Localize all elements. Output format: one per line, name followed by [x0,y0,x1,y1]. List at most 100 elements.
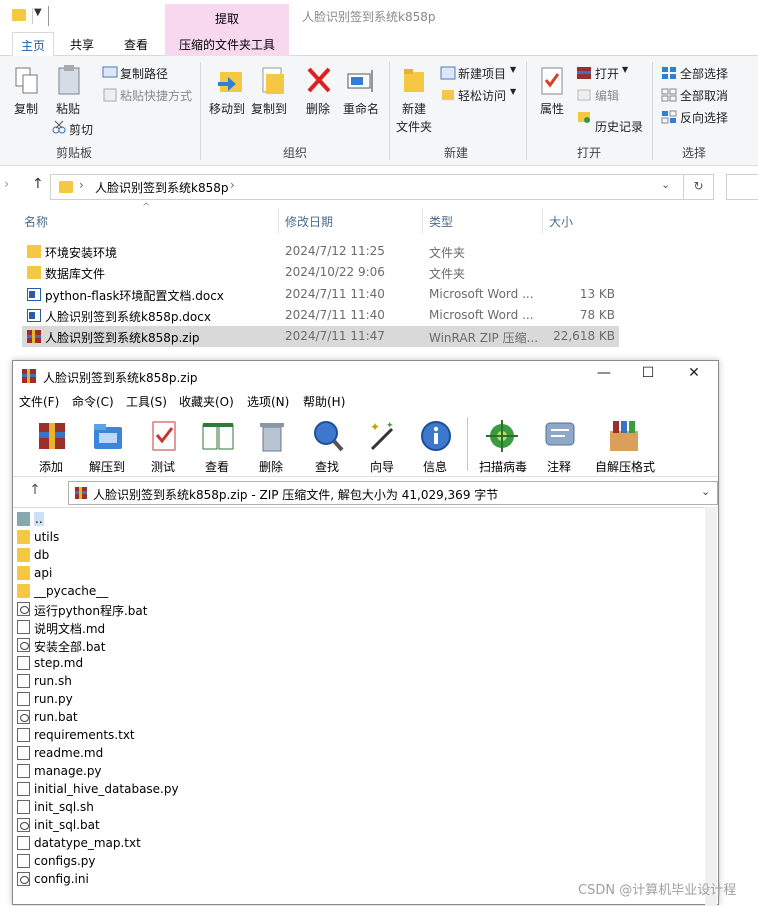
context-tab-extract[interactable]: 提取 [165,4,289,32]
list-item[interactable]: api [15,564,695,582]
select-all-button[interactable]: 全部选择 [680,65,728,82]
copy-to-button[interactable]: 复制到 [251,100,287,117]
new-folder-icon[interactable] [402,66,426,94]
tab-compressed-tools[interactable]: 压缩的文件夹工具 [165,32,289,56]
breadcrumb-chevron-icon[interactable]: › [230,178,235,192]
tool-delete-button[interactable]: 删除 [245,415,297,475]
tab-home[interactable]: 主页 [12,32,54,56]
watermark: CSDN @计算机毕业设计程 [578,883,737,898]
search-input[interactable] [726,174,758,200]
chevron-down-icon[interactable]: ⌄ [661,178,670,191]
rename-button[interactable]: 重命名 [343,100,379,117]
invert-selection-button[interactable]: 反向选择 [680,109,728,126]
easy-access-button[interactable]: 轻松访问 [458,87,506,104]
chevron-down-icon[interactable]: ▼ [622,65,628,74]
list-item[interactable]: run.sh [15,672,695,690]
menu-tools[interactable]: 工具(S) [126,393,167,410]
menu-favorites[interactable]: 收藏夹(O) [179,393,234,410]
move-to-icon[interactable] [216,66,244,96]
copy-to-icon[interactable] [258,66,286,96]
breadcrumb[interactable]: 人脸识别签到系统k858p [95,179,228,196]
history-button[interactable]: 历史记录 [595,118,643,135]
list-item[interactable]: db [15,546,695,564]
edit-button[interactable]: 编辑 [595,87,619,104]
tab-view[interactable]: 查看 [118,32,154,56]
copy-button[interactable]: 复制 [14,100,38,117]
paste-button[interactable]: 粘贴 [56,100,80,117]
list-item[interactable]: manage.py [15,762,695,780]
column-header-name[interactable]: 名称 [24,213,48,230]
delete-icon[interactable] [306,66,332,94]
maximize-icon[interactable]: ☐ [633,365,663,387]
column-header-size[interactable]: 大小 [549,213,573,230]
list-item[interactable]: initial_hive_database.py [15,780,695,798]
file-row[interactable]: 人脸识别签到系统k858p.zip 2024/7/11 11:47 WinRAR Z… [22,326,619,347]
column-header-date[interactable]: 修改日期 [285,213,333,230]
list-item[interactable]: run.bat [15,708,695,726]
list-item[interactable]: __pycache__ [15,582,695,600]
menu-options[interactable]: 选项(N) [247,393,289,410]
tool-sfx-button[interactable]: 自解压格式 [593,415,657,475]
file-row[interactable]: 环境安装环境 2024/7/12 11:25 文件夹 [22,241,619,262]
list-item[interactable]: configs.py [15,852,695,870]
new-item-button[interactable]: 新建项目 [458,65,506,82]
forward-icon[interactable]: › [4,177,9,192]
breadcrumb-chevron-icon[interactable]: › [79,178,84,192]
new-folder-button-line2[interactable]: 文件夹 [396,118,432,135]
chevron-down-icon[interactable]: ▼ [510,87,516,96]
copy-icon[interactable] [14,66,40,96]
tab-share[interactable]: 共享 [64,32,100,56]
paste-icon[interactable] [56,64,82,96]
select-none-button[interactable]: 全部取消 [680,87,728,104]
list-item[interactable]: readme.md [15,744,695,762]
menu-file[interactable]: 文件(F) [19,393,59,410]
list-item[interactable]: init_sql.sh [15,798,695,816]
up-arrow-icon[interactable]: ↑ [23,482,47,504]
chevron-down-icon[interactable]: ⌄ [701,485,710,498]
open-button[interactable]: 打开 [595,65,619,82]
menu-help[interactable]: 帮助(H) [303,393,345,410]
list-item[interactable]: 安装全部.bat [15,636,695,654]
properties-icon[interactable] [540,66,564,96]
tool-test-button[interactable]: 测试 [137,415,189,475]
refresh-icon[interactable]: ↻ [684,174,714,200]
file-row[interactable]: 数据库文件 2024/10/22 9:06 文件夹 [22,262,619,283]
archive-path-field[interactable]: 人脸识别签到系统k858p.zip - ZIP 压缩文件, 解包大小为 41,0… [68,481,718,505]
cut-button[interactable]: 剪切 [69,121,93,138]
list-item[interactable]: run.py [15,690,695,708]
tool-view-button[interactable]: 查看 [191,415,243,475]
list-item[interactable]: utils [15,528,695,546]
tool-info-button[interactable]: 信息 [409,415,461,475]
menu-command[interactable]: 命令(C) [72,393,114,410]
column-header-type[interactable]: 类型 [429,213,453,230]
rename-icon[interactable] [346,68,376,94]
tool-find-button[interactable]: 查找 [301,415,353,475]
list-item[interactable]: .. [15,510,695,528]
file-row[interactable]: 人脸识别签到系统k858p.docx 2024/7/11 11:40 Microso… [22,305,619,326]
list-item[interactable]: 说明文档.md [15,618,695,636]
tool-virus-scan-button[interactable]: 扫描病毒 [475,415,531,475]
chevron-down-icon[interactable]: ▼ [510,65,516,74]
vertical-scrollbar[interactable] [705,507,717,906]
list-item[interactable]: 运行python程序.bat [15,600,695,618]
close-icon[interactable]: ✕ [679,365,709,387]
tool-comment-button[interactable]: 注释 [533,415,585,475]
new-folder-button[interactable]: 新建 [402,100,426,117]
list-item[interactable]: init_sql.bat [15,816,695,834]
copy-path-button[interactable]: 复制路径 [120,65,168,82]
tool-add-button[interactable]: 添加 [25,415,77,475]
tool-extract-to-button[interactable]: 解压到 [81,415,133,475]
paste-shortcut-button[interactable]: 粘贴快捷方式 [120,87,192,104]
qat-dropdown-icon[interactable]: ▼ [34,7,42,18]
file-row[interactable]: python-flask环境配置文档.docx 2024/7/11 11:40 Mi… [22,284,619,305]
tool-wizard-button[interactable]: ✦ ✦ 向导 [356,415,408,475]
delete-button[interactable]: 删除 [306,100,330,117]
properties-button[interactable]: 属性 [540,100,564,117]
folder-icon[interactable] [12,9,26,21]
up-arrow-icon[interactable]: ↑ [32,176,44,192]
list-item[interactable]: requirements.txt [15,726,695,744]
list-item[interactable]: step.md [15,654,695,672]
move-to-button[interactable]: 移动到 [209,100,245,117]
list-item[interactable]: datatype_map.txt [15,834,695,852]
minimize-icon[interactable]: — [589,365,619,387]
